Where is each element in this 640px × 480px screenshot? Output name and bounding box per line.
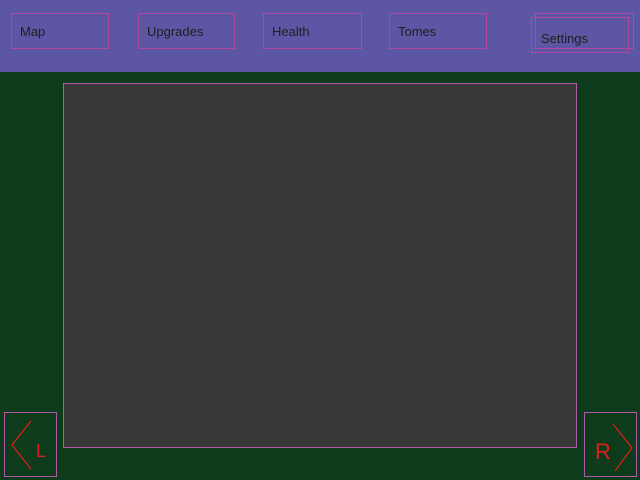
game-screen: Map Upgrades Health Tomes Settings L R — [0, 0, 640, 480]
chevron-left-stroke — [11, 420, 32, 470]
upgrades-button-label: Upgrades — [147, 24, 204, 39]
settings-button[interactable]: Settings — [531, 17, 629, 53]
chevron-right-stroke — [612, 423, 633, 472]
settings-button-label: Settings — [541, 31, 588, 46]
tomes-button[interactable]: Tomes — [389, 13, 487, 49]
left-letter: L — [36, 441, 46, 461]
right-letter: R — [595, 439, 611, 464]
previous-button[interactable]: L — [4, 412, 57, 477]
health-button-label: Health — [272, 24, 310, 39]
next-button[interactable]: R — [584, 412, 637, 477]
health-button[interactable]: Health — [263, 13, 362, 49]
game-viewport[interactable] — [63, 83, 577, 448]
upgrades-button[interactable]: Upgrades — [138, 13, 235, 49]
top-menu-bar: Map Upgrades Health Tomes Settings — [0, 0, 640, 72]
chevron-left-icon: L — [11, 420, 46, 470]
chevron-right-icon: R — [595, 423, 633, 472]
map-button-label: Map — [20, 24, 46, 39]
map-button[interactable]: Map — [11, 13, 109, 49]
tomes-button-label: Tomes — [398, 24, 437, 39]
